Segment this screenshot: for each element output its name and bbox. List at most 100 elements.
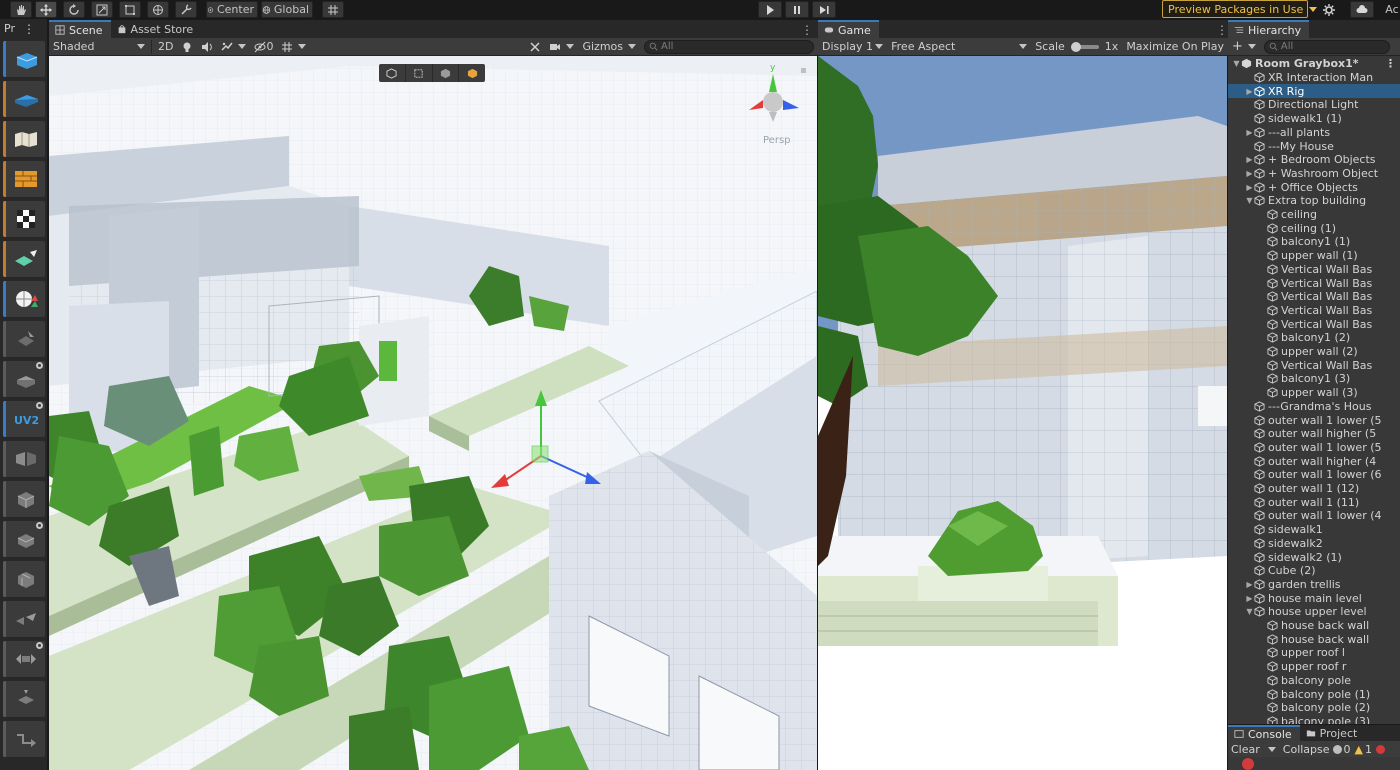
kebab-menu-icon[interactable]: ⋮ <box>1385 57 1400 70</box>
hierarchy-item[interactable]: ceiling <box>1228 208 1400 222</box>
log-count-toggle[interactable]: 0 <box>1332 743 1351 756</box>
overlay-object-button[interactable] <box>459 64 485 82</box>
overlay-face-button[interactable] <box>433 64 460 82</box>
tab-hierarchy[interactable]: Hierarchy <box>1228 20 1310 38</box>
smoothing-tool[interactable] <box>3 281 45 317</box>
hierarchy-item[interactable]: upper roof l <box>1228 646 1400 660</box>
kebab-menu-icon[interactable]: ⋮ <box>23 22 35 36</box>
hierarchy-item[interactable]: outer wall higher (5 <box>1228 427 1400 441</box>
detach-tool[interactable] <box>3 721 45 757</box>
hierarchy-item[interactable]: ▼ house upper level <box>1228 605 1400 619</box>
uv2-tool[interactable]: UV2 <box>3 401 45 437</box>
hierarchy-item[interactable]: balcony1 (3) <box>1228 372 1400 386</box>
fold-closed-icon[interactable]: ▶ <box>1245 128 1254 137</box>
scale-tool-button[interactable] <box>91 1 113 18</box>
hierarchy-item[interactable]: house back wall <box>1228 619 1400 633</box>
overlay-rect-button[interactable] <box>406 64 433 82</box>
hierarchy-item[interactable]: balcony pole (1) <box>1228 687 1400 701</box>
hierarchy-item[interactable]: sidewalk1 (1) <box>1228 112 1400 126</box>
tools-settings-button[interactable] <box>525 39 545 55</box>
kebab-menu-icon[interactable]: ⋮ <box>801 23 813 37</box>
error-count-toggle[interactable] <box>1376 744 1387 754</box>
hierarchy-item[interactable]: Vertical Wall Bas <box>1228 358 1400 372</box>
hierarchy-search-input[interactable]: All <box>1263 39 1390 54</box>
hierarchy-item[interactable]: XR Interaction Man <box>1228 71 1400 85</box>
chevron-down-icon[interactable] <box>1267 746 1276 752</box>
fold-closed-icon[interactable]: ▶ <box>1245 183 1254 192</box>
move-tool-button[interactable] <box>35 1 57 18</box>
hierarchy-item[interactable]: outer wall 1 lower (5 <box>1228 413 1400 427</box>
lighting-toggle[interactable] <box>177 39 197 55</box>
hierarchy-item[interactable]: Vertical Wall Bas <box>1228 290 1400 304</box>
shading-mode-dropdown[interactable]: Shaded <box>49 39 149 55</box>
projection-label[interactable]: Persp <box>763 135 791 146</box>
pause-button[interactable] <box>785 1 809 18</box>
scene-visibility-toggle[interactable]: 0 <box>250 39 277 55</box>
effects-dropdown[interactable] <box>217 39 250 55</box>
camera-dropdown[interactable] <box>545 39 578 55</box>
hierarchy-item[interactable]: sidewalk2 (1) <box>1228 550 1400 564</box>
uv-map-tool[interactable] <box>3 121 45 157</box>
audio-toggle[interactable] <box>197 39 217 55</box>
fold-open-icon[interactable]: ▼ <box>1232 59 1241 68</box>
rect-tool-button[interactable] <box>119 1 141 18</box>
fold-closed-icon[interactable]: ▶ <box>1245 580 1254 589</box>
collapse-toggle[interactable]: Collapse <box>1280 742 1333 757</box>
warning-count-toggle[interactable]: ▲ 1 <box>1355 743 1372 756</box>
subdivide-tool[interactable] <box>3 561 45 597</box>
hierarchy-item[interactable]: balcony pole <box>1228 674 1400 688</box>
hierarchy-item[interactable]: balcony1 (1) <box>1228 235 1400 249</box>
tab-asset-store[interactable]: Asset Store <box>111 20 202 38</box>
material-tool[interactable] <box>3 161 45 197</box>
tab-game[interactable]: Game <box>818 20 879 38</box>
hierarchy-item[interactable]: Cube (2) <box>1228 564 1400 578</box>
fold-open-icon[interactable]: ▼ <box>1245 607 1254 616</box>
tab-scene[interactable]: Scene <box>49 20 111 38</box>
display-dropdown[interactable]: Display 1 <box>818 39 887 55</box>
vertex-color-tool[interactable] <box>3 241 45 277</box>
hierarchy-item[interactable]: ▶ + Office Objects <box>1228 180 1400 194</box>
hierarchy-item[interactable]: ---Grandma's Hous <box>1228 400 1400 414</box>
hierarchy-item[interactable]: ▶ + Washroom Object <box>1228 167 1400 181</box>
hierarchy-item[interactable]: outer wall 1 lower (4 <box>1228 509 1400 523</box>
hierarchy-item[interactable]: outer wall 1 (11) <box>1228 495 1400 509</box>
tab-project[interactable]: Project <box>1300 725 1366 741</box>
transform-tool-button[interactable] <box>147 1 169 18</box>
fold-closed-icon[interactable]: ▶ <box>1245 594 1254 603</box>
preview-packages-dropdown[interactable]: Preview Packages in Use <box>1162 0 1318 18</box>
fold-closed-icon[interactable]: ▶ <box>1245 155 1254 164</box>
hierarchy-item[interactable]: sidewalk1 <box>1228 523 1400 537</box>
flip-normals-tool[interactable] <box>3 441 45 477</box>
hierarchy-item[interactable]: ▶ XR Rig <box>1228 84 1400 99</box>
extrude-tool[interactable] <box>3 521 45 557</box>
fold-closed-icon[interactable]: ▶ <box>1245 169 1254 178</box>
hierarchy-item[interactable]: outer wall 1 (12) <box>1228 482 1400 496</box>
bevel-tool[interactable] <box>3 641 45 677</box>
fold-open-icon[interactable]: ▼ <box>1245 196 1254 205</box>
clear-button[interactable]: Clear <box>1228 742 1263 757</box>
hierarchy-item[interactable]: sidewalk2 <box>1228 537 1400 551</box>
hierarchy-item[interactable]: upper roof r <box>1228 660 1400 674</box>
plane-tool[interactable] <box>3 81 45 117</box>
hierarchy-item[interactable]: balcony1 (2) <box>1228 331 1400 345</box>
settings-button[interactable] <box>1318 1 1340 18</box>
new-shape-tool[interactable] <box>3 361 45 397</box>
hierarchy-item[interactable]: balcony pole (3) <box>1228 715 1400 724</box>
hierarchy-item[interactable]: upper wall (2) <box>1228 345 1400 359</box>
play-button[interactable] <box>758 1 782 18</box>
tab-console[interactable]: Console <box>1228 725 1300 741</box>
hierarchy-item[interactable]: ▶ ---all plants <box>1228 126 1400 140</box>
hierarchy-item[interactable]: ▶ house main level <box>1228 591 1400 605</box>
hierarchy-item[interactable]: balcony pole (2) <box>1228 701 1400 715</box>
hierarchy-item[interactable]: ---My House <box>1228 139 1400 153</box>
pivot-rotation-toggle[interactable]: Global <box>261 1 313 18</box>
aspect-dropdown[interactable]: Free Aspect <box>887 39 1031 55</box>
kebab-menu-icon[interactable]: ⋮ <box>1216 23 1228 37</box>
checker-tool[interactable] <box>3 201 45 237</box>
grid-snap-button[interactable] <box>322 1 344 18</box>
hierarchy-item[interactable]: ▶ garden trellis <box>1228 578 1400 592</box>
grid-dropdown[interactable] <box>277 39 310 55</box>
hierarchy-item[interactable]: Vertical Wall Bas <box>1228 304 1400 318</box>
scale-slider[interactable] <box>1070 41 1099 52</box>
pivot-mode-toggle[interactable]: Center <box>206 1 258 18</box>
